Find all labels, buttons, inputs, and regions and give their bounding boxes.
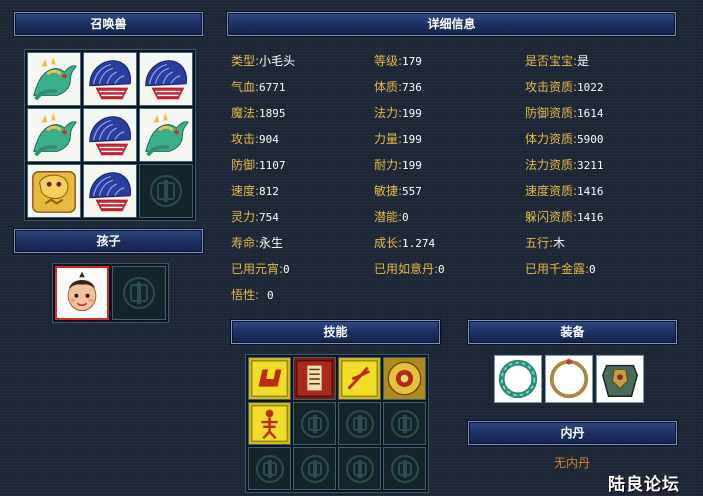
stat-defense-aptitude: 防御资质:1614 xyxy=(525,106,604,120)
equipment-slot-armor[interactable] xyxy=(596,355,644,403)
skill-slot-empty[interactable] xyxy=(383,402,426,445)
fan-icon xyxy=(84,109,136,161)
empty-seal-icon xyxy=(300,409,329,438)
summon-panel-title: 召唤兽 xyxy=(14,12,203,36)
child-slot-empty[interactable] xyxy=(112,266,166,320)
empty-seal-icon xyxy=(150,175,182,207)
stat-spirit: 灵力:754 xyxy=(231,210,279,224)
stat-mp: 魔法:1895 xyxy=(231,106,286,120)
summon-slot-fan[interactable] xyxy=(83,164,137,218)
stat-endurance: 耐力:199 xyxy=(374,158,422,172)
skill-slot-empty[interactable] xyxy=(338,402,381,445)
stat-magic-aptitude: 法力资质:3211 xyxy=(525,158,604,172)
skill-slot-empty[interactable] xyxy=(293,447,336,490)
empty-seal-icon xyxy=(390,454,419,483)
forum-watermark: 陆良论坛 xyxy=(608,475,680,495)
skill-icon xyxy=(249,403,290,444)
stat-insight: 悟性: 0 xyxy=(231,288,274,302)
stat-level: 等级:179 xyxy=(374,54,422,68)
equipment-panel-title: 装备 xyxy=(468,320,677,344)
stat-type: 类型:小毛头 xyxy=(231,54,296,68)
skill-icon xyxy=(294,358,335,399)
stat-speed-aptitude: 速度资质:1416 xyxy=(525,184,604,198)
empty-seal-icon xyxy=(255,454,284,483)
stat-attack: 攻击:904 xyxy=(231,132,279,146)
skill-slot-empty[interactable] xyxy=(293,402,336,445)
stat-magic: 法力:199 xyxy=(374,106,422,120)
skill-slot-1[interactable] xyxy=(248,357,291,400)
child-grid xyxy=(52,263,169,323)
stat-constitution: 体质:736 xyxy=(374,80,422,94)
skill-icon xyxy=(249,358,290,399)
stat-defense: 防御:1107 xyxy=(231,158,286,172)
neidan-panel-title: 内丹 xyxy=(468,421,677,445)
stat-speed: 速度:812 xyxy=(231,184,279,198)
stat-used-yuanxiao: 已用元宵:0 xyxy=(231,262,290,276)
stat-dodge-aptitude: 躲闪资质:1416 xyxy=(525,210,604,224)
details-panel-title: 详细信息 xyxy=(227,12,676,36)
skill-slot-5[interactable] xyxy=(248,402,291,445)
dragon-icon xyxy=(28,53,80,105)
empty-seal-icon xyxy=(345,409,374,438)
skill-slot-empty[interactable] xyxy=(338,447,381,490)
summon-slot-dragon[interactable] xyxy=(27,52,81,106)
skill-slot-3[interactable] xyxy=(338,357,381,400)
summon-slot-dragon[interactable] xyxy=(139,108,193,162)
skill-slot-empty[interactable] xyxy=(248,447,291,490)
child-portrait-icon xyxy=(57,268,107,318)
fan-icon xyxy=(84,165,136,217)
stat-hp: 气血:6771 xyxy=(231,80,286,94)
skill-slot-empty[interactable] xyxy=(383,447,426,490)
child-panel-title: 孩子 xyxy=(14,229,203,253)
no-neidan-text: 无内丹 xyxy=(553,456,590,470)
skill-icon xyxy=(339,358,380,399)
summon-slot-fan[interactable] xyxy=(83,52,137,106)
summon-slot-fan[interactable] xyxy=(139,52,193,106)
equipment-row xyxy=(494,355,644,403)
stat-used-qianjinlu: 已用千金露:0 xyxy=(525,262,596,276)
empty-seal-icon xyxy=(390,409,419,438)
collar-icon xyxy=(495,356,541,402)
equipment-slot-ring[interactable] xyxy=(545,355,593,403)
stat-stamina-aptitude: 体力资质:5900 xyxy=(525,132,604,146)
skills-panel-title: 技能 xyxy=(231,320,440,344)
summon-slot-golden-beast[interactable] xyxy=(27,164,81,218)
armor-icon xyxy=(597,356,643,402)
child-slot-portrait[interactable] xyxy=(55,266,109,320)
stat-element: 五行:木 xyxy=(525,236,566,250)
summon-slot-dragon[interactable] xyxy=(27,108,81,162)
empty-seal-icon xyxy=(123,277,155,309)
summon-slot-empty[interactable] xyxy=(139,164,193,218)
empty-seal-icon xyxy=(345,454,374,483)
stat-potential: 潜能:0 xyxy=(374,210,409,224)
stat-agility: 敏捷:557 xyxy=(374,184,422,198)
ring-icon xyxy=(546,356,592,402)
stat-attack-aptitude: 攻击资质:1022 xyxy=(525,80,604,94)
skill-slot-2[interactable] xyxy=(293,357,336,400)
stat-strength: 力量:199 xyxy=(374,132,422,146)
stat-growth: 成长:1.274 xyxy=(374,236,436,250)
skills-grid xyxy=(245,354,429,493)
stat-is-baby: 是否宝宝:是 xyxy=(525,54,590,68)
summon-slot-fan[interactable] xyxy=(83,108,137,162)
summon-grid xyxy=(24,49,196,221)
skill-slot-4[interactable] xyxy=(383,357,426,400)
stat-used-ruyidan: 已用如意丹:0 xyxy=(374,262,445,276)
golden-beast-icon xyxy=(28,165,80,217)
stat-lifespan: 寿命:永生 xyxy=(231,236,284,250)
dragon-icon xyxy=(28,109,80,161)
skill-icon xyxy=(384,358,425,399)
dragon-icon xyxy=(140,109,192,161)
equipment-slot-collar[interactable] xyxy=(494,355,542,403)
empty-seal-icon xyxy=(300,454,329,483)
fan-icon xyxy=(84,53,136,105)
fan-icon xyxy=(140,53,192,105)
